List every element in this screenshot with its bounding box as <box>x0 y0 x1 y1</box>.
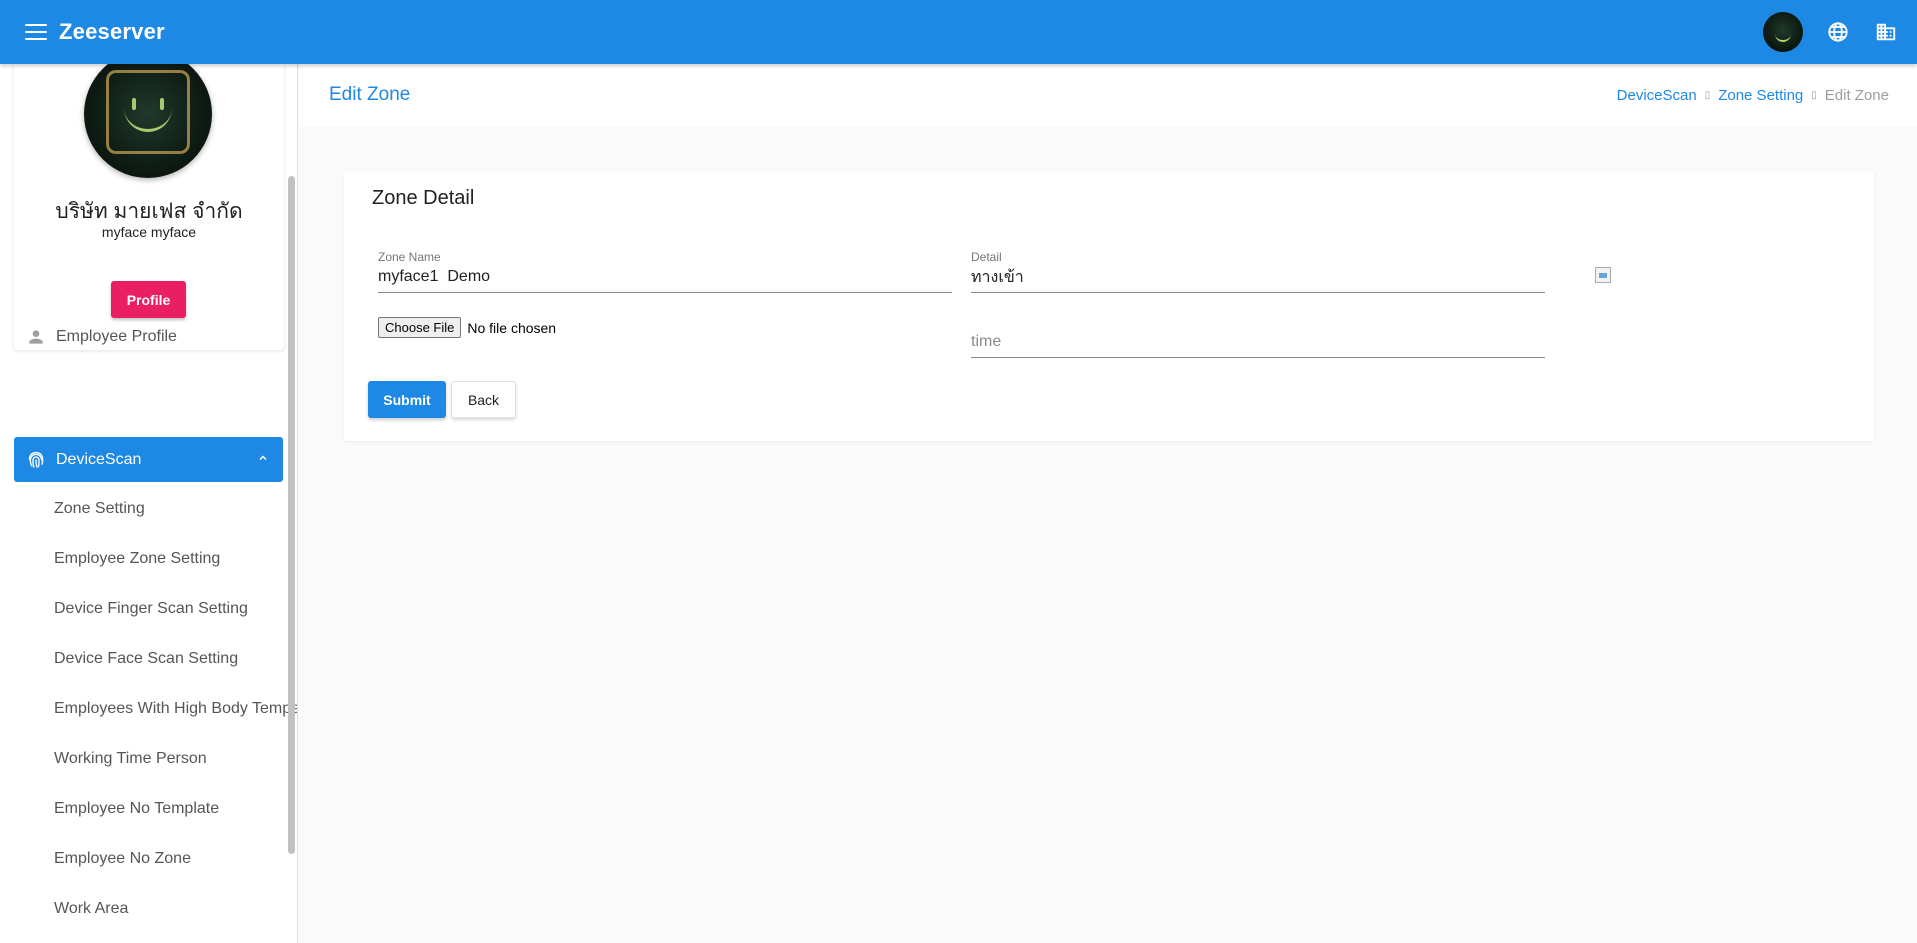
building-icon[interactable] <box>1873 19 1899 45</box>
username: myface myface <box>101 224 197 240</box>
page-title: Edit Zone <box>329 84 411 105</box>
zone-detail-card: Zone Detail Zone Name Detail Choose File… <box>344 171 1874 441</box>
detail-field: Detail <box>971 250 1545 293</box>
card-title: Zone Detail <box>372 187 475 209</box>
breadcrumb-zone-setting[interactable]: Zone Setting <box>1718 87 1803 104</box>
chevron-up-icon <box>257 451 269 469</box>
choose-file-button[interactable]: Choose File <box>378 317 462 338</box>
sidebar: บริษัท มายเฟส จำกัด myface myface Profil… <box>0 64 298 943</box>
file-status: No file chosen <box>467 319 557 336</box>
breadcrumb-separator-icon: ▯ <box>1811 90 1817 101</box>
back-button[interactable]: Back <box>451 381 516 418</box>
breadcrumb-devicescan[interactable]: DeviceScan <box>1617 87 1697 104</box>
fingerprint-icon <box>26 450 46 470</box>
sidebar-subitem-employee-no-zone[interactable]: Employee No Zone <box>54 850 191 868</box>
sidebar-subitem-high-body-temperature[interactable]: Employees With High Body Tempe <box>54 700 297 718</box>
detail-input[interactable] <box>971 264 1545 293</box>
sidebar-item-label: DeviceScan <box>56 450 142 468</box>
profile-card: บริษัท มายเฟส จำกัด myface myface Profil… <box>14 64 284 350</box>
submit-button[interactable]: Submit <box>368 381 446 418</box>
profile-avatar <box>84 64 212 178</box>
sidebar-subitem-employee-no-template[interactable]: Employee No Template <box>54 800 219 818</box>
sidebar-item-employee-profile[interactable]: Employee Profile <box>14 315 283 359</box>
sidebar-subitem-device-finger-scan-setting[interactable]: Device Finger Scan Setting <box>54 600 248 618</box>
user-avatar[interactable] <box>1763 12 1803 52</box>
topbar-actions <box>1763 0 1899 64</box>
sidebar-item-devicescan[interactable]: DeviceScan <box>14 437 283 482</box>
profile-button[interactable]: Profile <box>111 281 186 318</box>
time-input[interactable] <box>971 329 1545 358</box>
zone-name-label: Zone Name <box>378 250 441 264</box>
sidebar-subitem-working-time-person[interactable]: Working Time Person <box>54 750 207 768</box>
zone-name-field: Zone Name <box>378 250 952 293</box>
top-app-bar: Zeeserver <box>0 0 1917 64</box>
sidebar-subitem-work-area[interactable]: Work Area <box>54 900 128 918</box>
sidebar-scrollbar[interactable] <box>288 176 295 854</box>
globe-icon[interactable] <box>1825 19 1851 45</box>
sidebar-item-label: Employee Profile <box>56 328 177 345</box>
sidebar-subitem-device-face-scan-setting[interactable]: Device Face Scan Setting <box>54 650 238 668</box>
zone-name-input[interactable] <box>378 264 952 293</box>
file-picker: Choose File No file chosen <box>378 317 556 338</box>
sidebar-subitem-zone-setting[interactable]: Zone Setting <box>54 500 145 518</box>
breadcrumb-separator-icon: ▯ <box>1704 90 1711 101</box>
breadcrumb: DeviceScan ▯ Zone Setting ▯ Edit Zone <box>1617 87 1889 104</box>
person-icon <box>26 327 46 347</box>
zone-image-placeholder <box>1595 267 1611 283</box>
app-brand[interactable]: Zeeserver <box>59 19 165 45</box>
page-header: Edit Zone DeviceScan ▯ Zone Setting ▯ Ed… <box>299 64 1917 126</box>
menu-icon[interactable] <box>25 24 47 40</box>
time-field <box>971 329 1545 358</box>
sidebar-subitem-employee-zone-setting[interactable]: Employee Zone Setting <box>54 550 220 568</box>
breadcrumb-current: Edit Zone <box>1824 87 1889 104</box>
detail-label: Detail <box>971 250 1002 264</box>
